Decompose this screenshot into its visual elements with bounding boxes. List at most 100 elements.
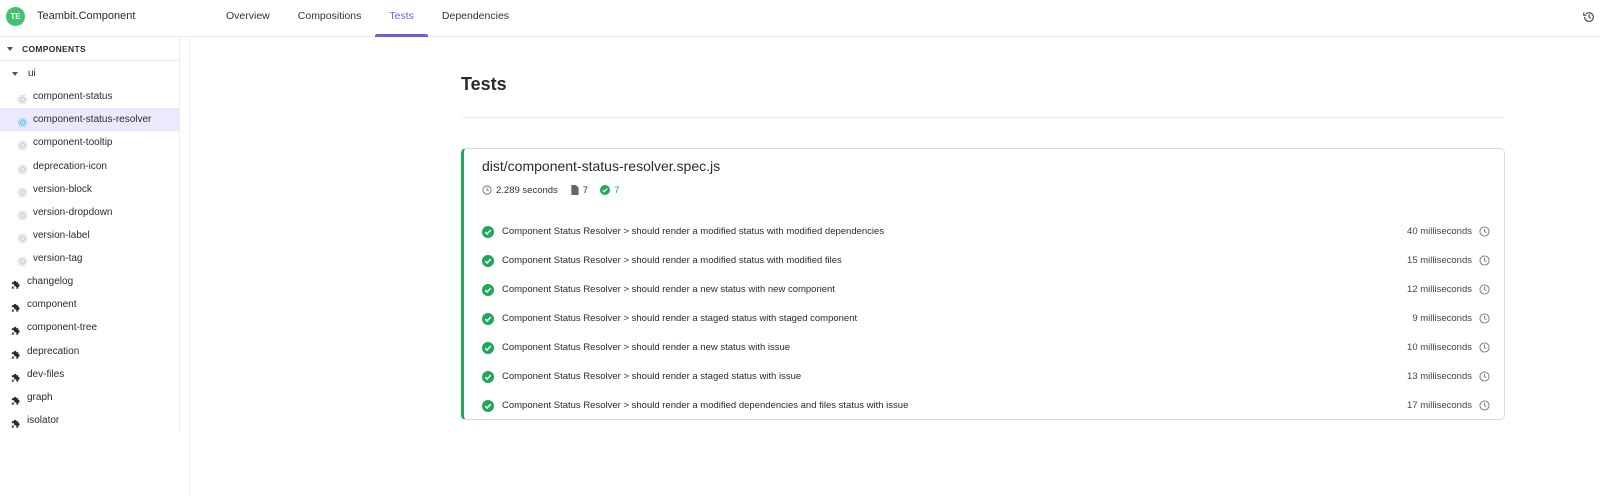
suite-total: 7 — [570, 185, 588, 196]
sidebar-component-4[interactable]: dev-files — [0, 363, 180, 386]
tab-bar: Overview Compositions Tests Dependencies — [212, 0, 523, 37]
check-circle-icon — [482, 400, 494, 412]
sidebar-item-label: component-status-resolver — [33, 114, 152, 126]
sidebar-item-1[interactable]: component-status-resolver — [0, 108, 180, 132]
suite-meta: 2.289 seconds 7 7 — [482, 183, 631, 197]
tab-tests[interactable]: Tests — [375, 0, 428, 37]
test-name: Component Status Resolver > should rende… — [502, 284, 835, 295]
clock-icon — [1479, 313, 1490, 324]
sidebar-item-label: dev-files — [27, 368, 65, 380]
puzzle-icon — [10, 415, 21, 428]
puzzle-icon — [10, 322, 21, 336]
puzzle-icon — [10, 299, 21, 312]
sidebar-component-5[interactable]: graph — [0, 386, 180, 409]
top-bar: TE Teambit.Component Overview Compositio… — [0, 0, 1600, 37]
sidebar-item-5[interactable]: version-dropdown — [0, 201, 180, 224]
folder-ui[interactable]: ui — [0, 62, 180, 85]
clock-icon — [1479, 342, 1490, 353]
test-row[interactable]: Component Status Resolver > should rende… — [482, 338, 1490, 358]
clock-icon — [1479, 371, 1490, 382]
test-duration: 40 milliseconds — [1407, 226, 1472, 237]
section-label: COMPONENTS — [22, 44, 86, 54]
sidebar-item-6[interactable]: version-label — [0, 224, 180, 247]
sidebar-component-6[interactable]: isolator — [0, 409, 180, 432]
sidebar-item-3[interactable]: deprecation-icon — [0, 155, 180, 178]
sidebar-item-label: version-block — [33, 183, 92, 195]
test-row[interactable]: Component Status Resolver > should rende… — [482, 222, 1490, 242]
sidebar-component-1[interactable]: component — [0, 293, 180, 316]
divider — [461, 117, 1504, 118]
sidebar-item-label: component-status — [33, 91, 113, 102]
component-tree: COMPONENTS ui component-status component-… — [0, 37, 180, 432]
clock-icon — [1479, 226, 1490, 237]
suite-passed-count: 7 — [614, 184, 620, 196]
chevron-down-icon — [12, 72, 18, 76]
avatar[interactable]: TE — [6, 7, 25, 26]
suite-duration: 2.289 seconds — [482, 185, 558, 196]
puzzle-icon — [10, 346, 21, 359]
sidebar-item-label: deprecation — [27, 345, 80, 357]
file-icon — [571, 185, 579, 195]
sidebar: COMPONENTS ui component-status component-… — [0, 37, 190, 496]
test-name: Component Status Resolver > should rende… — [502, 255, 842, 266]
clock-icon — [1479, 255, 1490, 266]
react-icon — [17, 114, 28, 128]
sidebar-item-label: isolator — [27, 415, 60, 427]
sidebar-item-label: version-dropdown — [33, 207, 113, 218]
sidebar-item-label: graph — [27, 392, 53, 403]
puzzle-icon — [10, 276, 21, 289]
sidebar-component-0[interactable]: changelog — [0, 270, 180, 293]
sidebar-item-label: version-tag — [33, 253, 83, 265]
chevron-down-icon — [7, 47, 13, 51]
check-circle-icon — [482, 226, 494, 238]
test-name: Component Status Resolver > should rende… — [502, 313, 858, 324]
sidebar-component-3[interactable]: deprecation — [0, 340, 180, 363]
history-icon[interactable] — [1582, 10, 1596, 24]
suite-duration-text: 2.289 seconds — [496, 184, 558, 196]
sidebar-item-4[interactable]: version-block — [0, 178, 180, 201]
sidebar-item-label: component-tooltip — [33, 137, 113, 149]
sidebar-item-label: changelog — [27, 276, 74, 287]
test-row[interactable]: Component Status Resolver > should rende… — [482, 396, 1490, 416]
test-duration: 12 milliseconds — [1407, 284, 1472, 295]
test-duration: 13 milliseconds — [1407, 371, 1472, 382]
test-row[interactable]: Component Status Resolver > should rende… — [482, 367, 1490, 387]
check-circle-icon — [600, 185, 611, 195]
suite-passed: 7 — [600, 185, 619, 196]
suite-total-count: 7 — [582, 184, 589, 196]
sidebar-item-7[interactable]: version-tag — [0, 247, 180, 270]
test-row[interactable]: Component Status Resolver > should rende… — [482, 309, 1490, 329]
tab-dependencies[interactable]: Dependencies — [428, 0, 523, 37]
test-file-name: dist/component-status-resolver.spec.js — [482, 158, 721, 174]
sidebar-item-label: component — [27, 299, 77, 311]
sidebar-component-2[interactable]: component-tree — [0, 316, 180, 339]
test-name: Component Status Resolver > should rende… — [502, 371, 802, 382]
clock-icon — [1479, 284, 1490, 295]
test-name: Component Status Resolver > should rende… — [502, 342, 791, 353]
react-icon — [17, 207, 28, 220]
test-duration: 9 milliseconds — [1412, 313, 1472, 324]
folder-label: ui — [28, 68, 36, 79]
sidebar-item-label: deprecation-icon — [33, 160, 107, 172]
test-duration: 17 milliseconds — [1407, 400, 1472, 411]
react-icon — [17, 161, 28, 174]
react-icon — [17, 253, 28, 267]
react-icon — [17, 184, 28, 197]
sidebar-item-0[interactable]: component-status — [0, 85, 180, 108]
react-icon — [17, 137, 28, 151]
tab-overview[interactable]: Overview — [212, 0, 284, 37]
tab-compositions[interactable]: Compositions — [284, 0, 376, 37]
test-row[interactable]: Component Status Resolver > should rende… — [482, 280, 1490, 300]
clock-icon — [1479, 400, 1490, 411]
check-circle-icon — [482, 371, 494, 383]
clock-icon — [482, 185, 492, 195]
sidebar-item-2[interactable]: component-tooltip — [0, 131, 180, 154]
test-name: Component Status Resolver > should rende… — [502, 400, 909, 411]
check-circle-icon — [482, 313, 494, 325]
app-title: Teambit.Component — [37, 10, 136, 22]
react-icon — [17, 91, 28, 104]
test-row[interactable]: Component Status Resolver > should rende… — [482, 251, 1490, 271]
test-name: Component Status Resolver > should rende… — [502, 226, 885, 237]
test-duration: 15 milliseconds — [1407, 255, 1472, 266]
components-section-header[interactable]: COMPONENTS — [0, 37, 180, 61]
